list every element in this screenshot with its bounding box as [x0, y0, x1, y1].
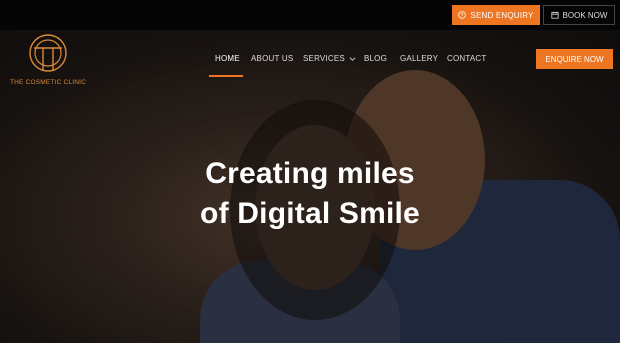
nav-item-contact[interactable]: CONTACT [447, 54, 486, 63]
nav-active-indicator [209, 75, 243, 77]
question-circle-icon: ? [458, 11, 467, 19]
send-enquiry-button[interactable]: ? SEND ENQUIRY [452, 5, 540, 25]
nav-item-services-label: SERVICES [303, 54, 345, 63]
enquire-now-button[interactable]: ENQUIRE NOW [536, 49, 613, 69]
logo-mark-icon [29, 34, 67, 72]
svg-text:?: ? [461, 13, 464, 19]
send-enquiry-label: SEND ENQUIRY [470, 10, 534, 20]
chevron-down-icon [349, 57, 356, 61]
nav-item-about-us[interactable]: ABOUT US [251, 54, 293, 63]
nav-item-home[interactable]: HOME [215, 54, 240, 63]
calendar-icon [550, 11, 559, 19]
logo-text: THE COSMETIC CLINIC [9, 79, 87, 86]
book-now-button[interactable]: BOOK NOW [543, 5, 615, 25]
nav-item-blog[interactable]: BLOG [364, 54, 387, 63]
clinic-logo[interactable]: THE COSMETIC CLINIC [6, 34, 90, 86]
enquire-now-label: ENQUIRE NOW [545, 54, 604, 64]
book-now-label: BOOK NOW [562, 10, 608, 20]
hero-headline-line1: Creating miles [205, 157, 415, 190]
top-bar: ? SEND ENQUIRY BOOK NOW [0, 0, 620, 30]
hero-headline-line2: of Digital Smile [200, 197, 420, 230]
nav-item-services[interactable]: SERVICES [303, 54, 356, 63]
nav-item-gallery[interactable]: GALLERY [400, 54, 438, 63]
